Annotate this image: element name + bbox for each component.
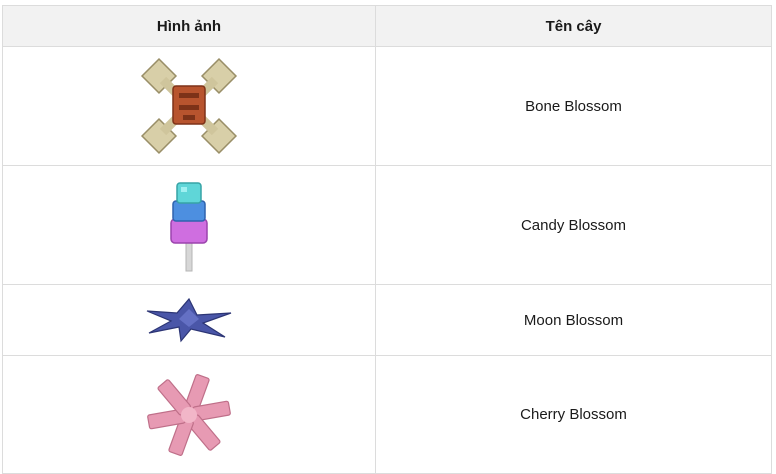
table-row: Bone Blossom <box>2 46 772 166</box>
plant-name: Cherry Blossom <box>375 355 772 474</box>
candy-blossom-icon <box>170 182 208 272</box>
image-cell <box>2 165 376 285</box>
plant-name: Candy Blossom <box>375 165 772 285</box>
table-container: Hình ảnh Tên cây Bone Blossom Candy Blos… <box>2 5 772 474</box>
table-row: Cherry Blossom <box>2 355 772 474</box>
moon-blossom-icon <box>146 297 232 343</box>
table-header-row: Hình ảnh Tên cây <box>2 5 772 47</box>
table-row: Moon Blossom <box>2 284 772 356</box>
plant-name: Moon Blossom <box>375 284 772 356</box>
image-cell <box>2 284 376 356</box>
plant-name: Bone Blossom <box>375 46 772 166</box>
cherry-blossom-icon <box>147 373 231 456</box>
header-name: Tên cây <box>375 5 772 47</box>
header-image: Hình ảnh <box>2 5 376 47</box>
image-cell <box>2 46 376 166</box>
bone-blossom-icon <box>140 57 238 155</box>
table-row: Candy Blossom <box>2 165 772 285</box>
plant-table: Hình ảnh Tên cây Bone Blossom Candy Blos… <box>2 5 772 474</box>
image-cell <box>2 355 376 474</box>
